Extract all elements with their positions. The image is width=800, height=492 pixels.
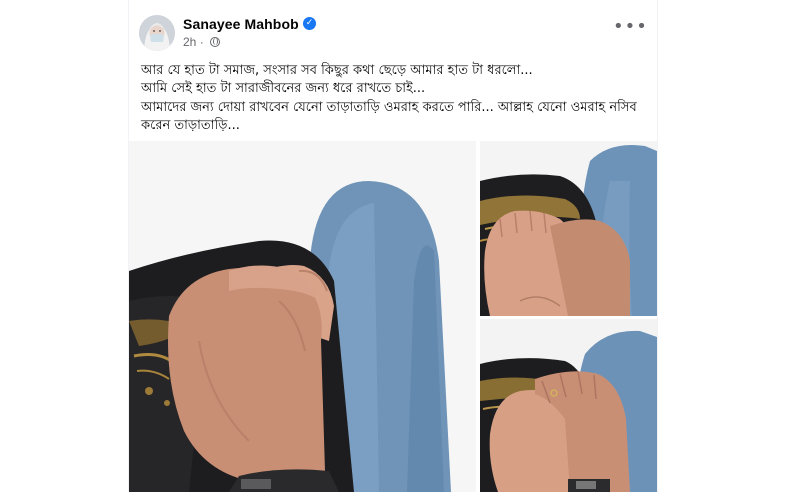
post-text: আর যে হাত টা সমাজ, সংসার সব কিছুর কথা ছে… <box>141 62 649 135</box>
verified-badge-icon: ✓ <box>303 17 316 30</box>
more-options-icon: ••• <box>613 16 648 37</box>
post-meta: 2h · <box>183 35 221 49</box>
globe-icon <box>210 37 221 47</box>
post-text-line: আর যে হাত টা সমাজ, সংসার সব কিছুর কথা ছে… <box>141 63 533 78</box>
avatar-image <box>139 15 175 51</box>
photo-side-bottom[interactable] <box>480 319 657 492</box>
post-text-line: আমি সেই হাত টা সারাজীবনের জন্য ধরে রাখতে… <box>141 81 426 97</box>
more-options-button[interactable]: ••• <box>613 18 647 40</box>
author-name[interactable]: Sanayee Mahbob <box>183 16 299 32</box>
post-header: Sanayee Mahbob ✓ 2h · ••• <box>139 12 647 56</box>
photo-grid <box>129 141 657 492</box>
meta-separator: · <box>199 35 204 49</box>
photo-main[interactable] <box>129 141 476 492</box>
photo-side-top[interactable] <box>480 141 657 316</box>
avatar[interactable] <box>139 15 175 51</box>
facebook-post: Sanayee Mahbob ✓ 2h · ••• আর যে হাত টা স… <box>128 0 658 492</box>
post-time[interactable]: 2h <box>183 35 196 49</box>
post-text-line: আমাদের জন্য দোয়া রাখবেন যেনো তাড়াতাড়ি… <box>141 99 637 133</box>
